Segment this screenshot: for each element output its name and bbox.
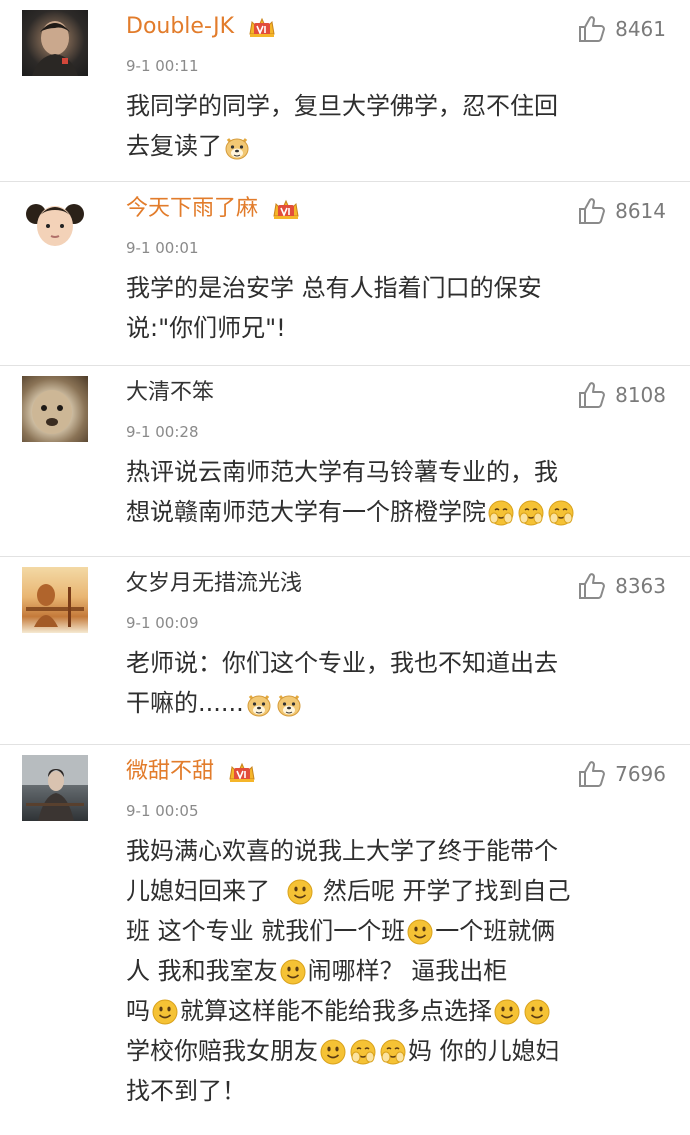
comment-line-text: 闹哪样？ 逼我出柜 (307, 957, 508, 985)
smile-emoji-icon (523, 998, 551, 1026)
like-button[interactable]: 8614 (577, 196, 666, 226)
comment-line: 去复读了 (126, 126, 660, 166)
timestamp: 9-1 00:11 (126, 57, 199, 75)
thumb-up-icon[interactable] (577, 759, 607, 789)
comment-feed: Double-JK 9-1 00:11 8461 我同学的同学，复旦大学佛学，忍… (0, 0, 690, 1135)
cover-face-emoji-icon (487, 499, 515, 527)
avatar-image (32, 390, 72, 434)
username-text[interactable]: 攵岁月无措流光浅 (126, 571, 302, 596)
like-count: 8108 (615, 383, 666, 407)
cover-face-emoji-icon (547, 499, 575, 527)
comment-line-text: 妈 你的儿媳妇 (408, 1037, 560, 1065)
smile-emoji-icon (151, 998, 179, 1026)
thumb-up-icon[interactable] (577, 196, 607, 226)
comment-text: 我学的是治安学 总有人指着门口的保安 说:"你们师兄"! (126, 268, 660, 348)
comment-line: 想说赣南师范大学有一个脐橙学院 (126, 492, 660, 532)
comment-line-text: 干嘛的...... (126, 689, 244, 717)
comment-item: 攵岁月无措流光浅 9-1 00:09 8363 老师说：你们这个专业，我也不知道… (0, 557, 690, 745)
comment-line-text: 吗 (126, 997, 150, 1025)
comment-text: 热评说云南师范大学有马铃薯专业的，我 想说赣南师范大学有一个脐橙学院 (126, 452, 660, 532)
timestamp: 9-1 00:09 (126, 614, 199, 632)
avatar-image (26, 204, 84, 246)
comment-line-text: 班 这个专业 就我们一个班 (126, 917, 406, 945)
like-count: 8363 (615, 574, 666, 598)
timestamp: 9-1 00:05 (126, 802, 199, 820)
like-count: 7696 (615, 762, 666, 786)
smile-emoji-icon (493, 998, 521, 1026)
smile-emoji-icon (319, 1038, 347, 1066)
thumb-up-icon[interactable] (577, 380, 607, 410)
cover-face-emoji-icon (349, 1038, 377, 1066)
avatar-image (22, 755, 88, 821)
comment-line: 老师说：你们这个专业，我也不知道出去 (126, 649, 558, 677)
comment-line: 吗 就算这样能不能给我多点选择 (126, 991, 660, 1031)
doge-emoji-icon (275, 690, 303, 718)
smile-emoji-icon (286, 878, 314, 906)
avatar[interactable] (22, 755, 88, 821)
timestamp: 9-1 00:28 (126, 423, 199, 441)
comment-line-text: 去复读了 (126, 132, 222, 160)
vip-crown-icon (247, 14, 277, 40)
comment-item: 微甜不甜 9-1 00:05 7696 我妈满心欢喜的说我上大学了终于能带个 儿… (0, 745, 690, 1135)
comment-text: 我同学的同学，复旦大学佛学，忍不住回 去复读了 (126, 86, 660, 166)
username[interactable]: 大清不笨 (126, 378, 214, 408)
comment-line: 儿媳妇回来了 然后呢 开学了找到自己 (126, 871, 660, 911)
smile-emoji-icon (406, 918, 434, 946)
timestamp: 9-1 00:01 (126, 239, 199, 257)
username[interactable]: Double-JK (126, 12, 277, 42)
avatar[interactable] (22, 192, 88, 258)
comment-line: 热评说云南师范大学有马铃薯专业的，我 (126, 458, 558, 486)
comment-line: 我学的是治安学 总有人指着门口的保安 (126, 274, 542, 302)
comment-text: 我妈满心欢喜的说我上大学了终于能带个 儿媳妇回来了 然后呢 开学了找到自己 班 … (126, 831, 660, 1111)
thumb-up-icon[interactable] (577, 571, 607, 601)
comment-line-text: 一个班就俩 (435, 917, 556, 945)
cover-face-emoji-icon (379, 1038, 407, 1066)
username-text[interactable]: Double-JK (126, 14, 234, 39)
username[interactable]: 今天下雨了麻 (126, 194, 301, 224)
comment-line: 人 我和我室友 闹哪样？ 逼我出柜 (126, 951, 660, 991)
comment-line-text: 然后呢 开学了找到自己 (322, 877, 571, 905)
comment-item: 今天下雨了麻 9-1 00:01 8614 我学的是治安学 总有人指着门口的保安… (0, 182, 690, 366)
avatar-image (26, 584, 84, 627)
comment-item: 大清不笨 9-1 00:28 8108 热评说云南师范大学有马铃薯专业的，我 想… (0, 366, 690, 557)
username[interactable]: 微甜不甜 (126, 757, 257, 787)
username-text[interactable]: 大清不笨 (126, 380, 214, 405)
username-text[interactable]: 微甜不甜 (126, 759, 214, 784)
like-count: 8614 (615, 199, 666, 223)
like-count: 8461 (615, 17, 666, 41)
comment-item: Double-JK 9-1 00:11 8461 我同学的同学，复旦大学佛学，忍… (0, 0, 690, 182)
doge-emoji-icon (245, 690, 273, 718)
comment-line-text: 学校你赔我女朋友 (126, 1037, 318, 1065)
thumb-up-icon[interactable] (577, 14, 607, 44)
comment-text: 老师说：你们这个专业，我也不知道出去 干嘛的...... (126, 643, 660, 723)
comment-line: 干嘛的...... (126, 683, 660, 723)
avatar[interactable] (22, 567, 88, 633)
comment-line: 学校你赔我女朋友 妈 你的儿媳妇 (126, 1031, 660, 1071)
like-button[interactable]: 8363 (577, 571, 666, 601)
comment-line: 我妈满心欢喜的说我上大学了终于能带个 (126, 837, 558, 865)
like-button[interactable]: 8461 (577, 14, 666, 44)
comment-line: 说:"你们师兄"! (126, 314, 286, 342)
comment-line-text: 儿媳妇回来了 (126, 877, 270, 905)
comment-line: 班 这个专业 就我们一个班 一个班就俩 (126, 911, 660, 951)
comment-line-text: 想说赣南师范大学有一个脐橙学院 (126, 498, 486, 526)
avatar-image (32, 21, 78, 76)
username-text[interactable]: 今天下雨了麻 (126, 196, 258, 221)
vip-crown-icon (271, 196, 301, 222)
username[interactable]: 攵岁月无措流光浅 (126, 569, 302, 599)
doge-emoji-icon (223, 133, 251, 161)
comment-line-text: 就算这样能不能给我多点选择 (180, 997, 492, 1025)
avatar[interactable] (22, 10, 88, 76)
comment-line-text: 人 我和我室友 (126, 957, 278, 985)
comment-line: 找不到了！ (126, 1077, 246, 1105)
vip-crown-icon (227, 759, 257, 785)
like-button[interactable]: 7696 (577, 759, 666, 789)
comment-line: 我同学的同学，复旦大学佛学，忍不住回 (126, 92, 558, 120)
smile-emoji-icon (279, 958, 307, 986)
avatar[interactable] (22, 376, 88, 442)
like-button[interactable]: 8108 (577, 380, 666, 410)
cover-face-emoji-icon (517, 499, 545, 527)
